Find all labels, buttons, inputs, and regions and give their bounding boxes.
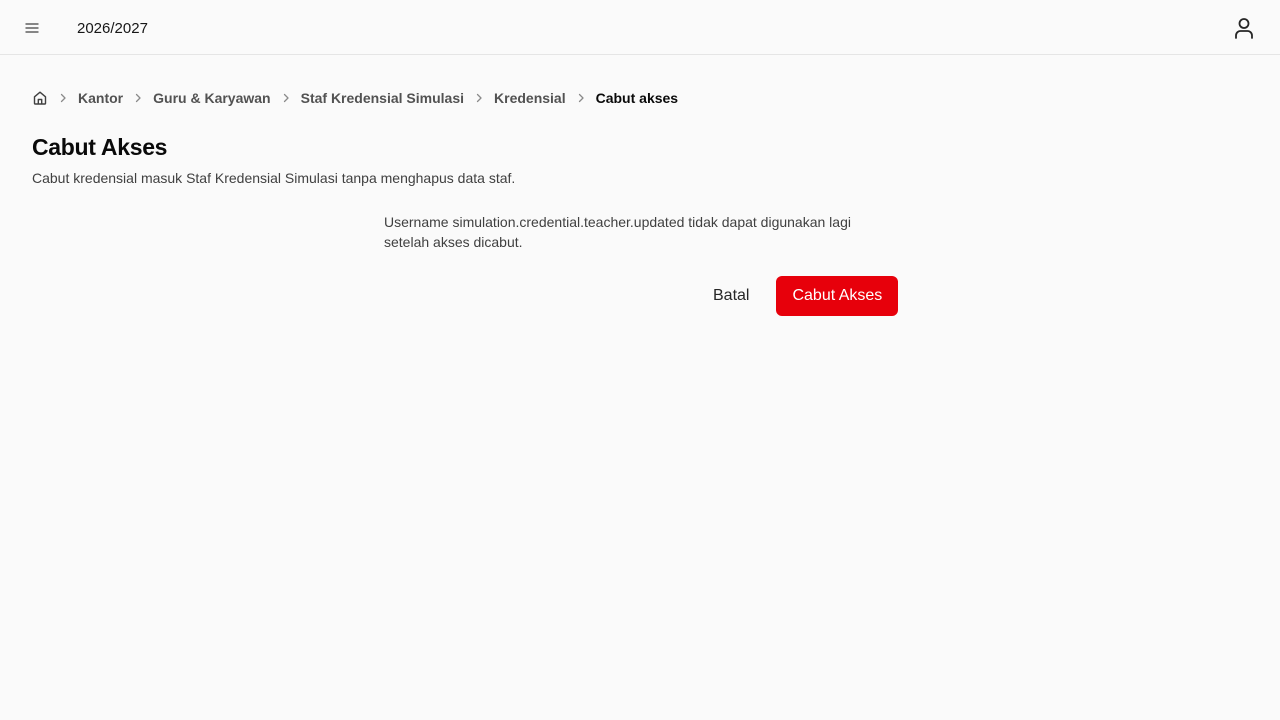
breadcrumb-staff[interactable]: Staf Kredensial Simulasi [301,90,464,106]
chevron-right-icon [48,88,78,108]
chevron-right-icon [271,88,301,108]
page-subtitle: Cabut kredensial masuk Staf Kredensial S… [32,170,516,186]
academic-year-label: 2026/2027 [77,19,148,37]
revoke-access-button[interactable]: Cabut Akses [776,276,899,316]
breadcrumb-home[interactable] [32,90,48,106]
hamburger-icon [25,23,39,33]
breadcrumb: Kantor Guru & Karyawan Staf Kredensial S… [32,88,678,108]
home-icon [33,91,47,105]
chevron-right-icon [464,88,494,108]
cancel-button[interactable]: Batal [696,276,766,316]
top-bar: 2026/2027 [0,0,1280,55]
breadcrumb-kantor[interactable]: Kantor [78,90,123,106]
user-icon [1235,18,1253,39]
academic-year-selector[interactable]: 2026/2027 [64,8,161,48]
page-title: Cabut Akses [32,134,168,160]
revoke-confirmation-message: Username simulation.credential.teacher.u… [384,214,851,250]
breadcrumb-current: Cabut akses [595,90,679,106]
form-actions: Batal Cabut Akses [696,276,899,316]
breadcrumb-guru-karyawan[interactable]: Guru & Karyawan [153,90,270,106]
user-menu-button[interactable] [1226,10,1262,46]
chevron-right-icon [566,88,596,108]
chevron-right-icon [123,88,153,108]
breadcrumb-kredensial[interactable]: Kredensial [494,90,566,106]
menu-button[interactable] [16,12,48,44]
